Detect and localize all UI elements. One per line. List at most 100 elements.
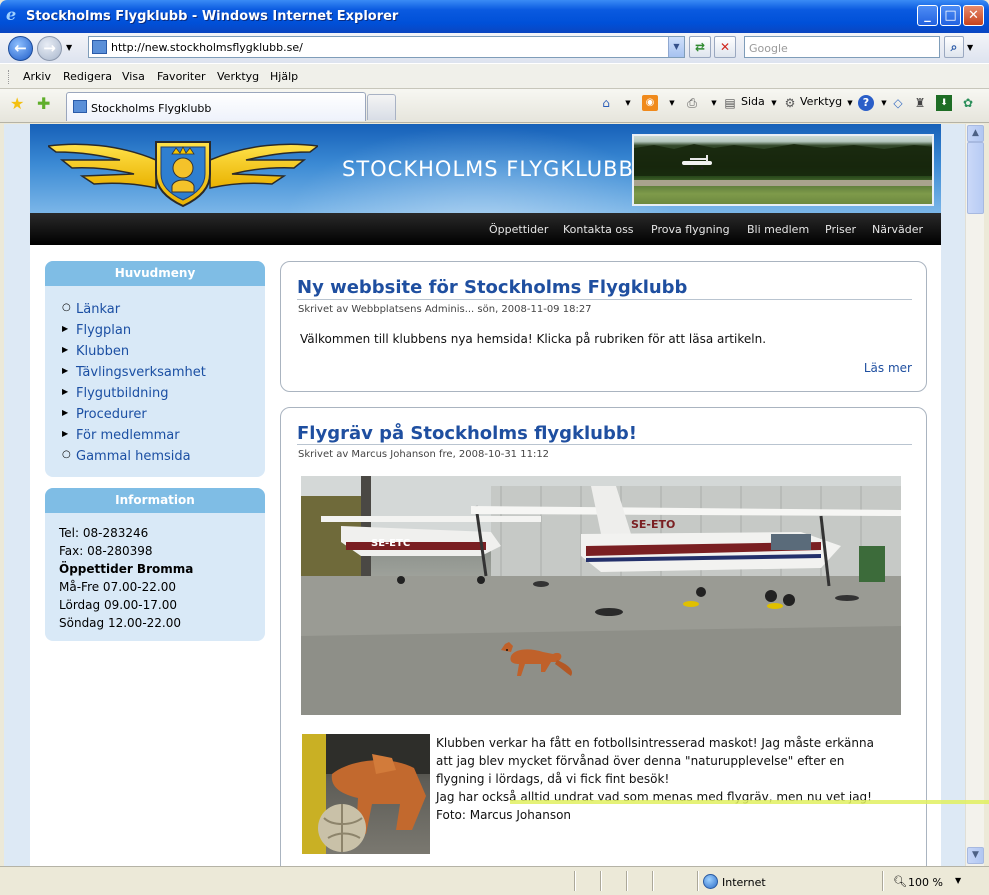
article-photo-fox-with-ball (302, 734, 430, 854)
internet-zone-globe-icon (703, 874, 718, 889)
article-paragraph: Klubben verkar ha fått en fotbollsintres… (436, 736, 874, 750)
feed-dropdown-icon[interactable]: ▼ (664, 95, 680, 111)
new-tab-button[interactable] (367, 94, 396, 120)
maximize-button[interactable]: □ (940, 5, 961, 26)
article-meta: Skrivet av Marcus Johanson fre, 2008-10-… (298, 449, 550, 460)
address-url: http://new.stockholmsflygklubb.se/ (111, 41, 303, 54)
add-favorite-icon[interactable]: ✚ (37, 94, 50, 113)
page-viewport: STOCKHOLMS FLYGKLUBB Öppettider Kontakta… (4, 124, 965, 866)
research-icon[interactable]: ◇ (890, 95, 906, 111)
zoom-magnifier-icon[interactable]: 🔍︎ (893, 875, 907, 888)
history-dropdown-icon[interactable]: ▼ (66, 43, 72, 52)
nav-link-bli-medlem[interactable]: Bli medlem (747, 223, 809, 236)
back-button[interactable]: ← (8, 36, 33, 61)
zoom-dropdown-icon[interactable]: ▼ (955, 876, 961, 885)
tools-menu-label[interactable]: Verktyg (800, 95, 842, 108)
search-input[interactable]: Google (744, 36, 940, 58)
search-options-icon[interactable]: ▼ (967, 43, 973, 52)
nav-link-oppettider[interactable]: Öppettider (489, 223, 548, 236)
menu-link-lankar[interactable]: Länkar (76, 302, 120, 317)
extension-icon[interactable]: ✿ (960, 95, 976, 111)
home-dropdown-icon[interactable]: ▼ (620, 95, 636, 111)
article-meta: Skrivet av Webbplatsens Adminis... sön, … (298, 304, 592, 315)
help-icon[interactable]: ? (858, 95, 874, 111)
close-button[interactable]: ✕ (963, 5, 984, 26)
menu-link-flygutbildning[interactable]: Flygutbildning (76, 386, 168, 401)
home-icon[interactable]: ⌂ (598, 95, 614, 111)
article-title-link[interactable]: Ny webbsite för Stockholms Flygklubb (297, 277, 687, 298)
menu-visa[interactable]: Visa (122, 70, 145, 83)
menu-verktyg[interactable]: Verktyg (217, 70, 259, 83)
scroll-up-button[interactable]: ▲ (967, 125, 984, 142)
bullet-arrow-icon: ▶ (62, 429, 69, 438)
menu-link-klubben[interactable]: Klubben (76, 344, 129, 359)
bullet-arrow-icon: ▶ (62, 408, 69, 417)
window-titlebar: e Stockholms Flygklubb - Windows Interne… (0, 0, 989, 33)
information-box: Information Tel: 08-283246 Fax: 08-28039… (45, 488, 265, 641)
menu-link-procedurer[interactable]: Procedurer (76, 407, 147, 422)
zoom-level[interactable]: 100 % (908, 876, 943, 889)
forward-button[interactable]: → (37, 36, 62, 61)
menu-link-tavlingsverksamhet[interactable]: Tävlingsverksamhet (76, 365, 206, 380)
menu-hjalp[interactable]: Hjälp (270, 70, 298, 83)
search-placeholder: Google (749, 42, 788, 55)
address-dropdown-icon[interactable]: ▼ (668, 37, 684, 57)
article-photo-airplanes-fox: SE-ETC SE-ETO (301, 476, 901, 715)
info-phone: Tel: 08-283246 (59, 526, 149, 540)
tab-stockholms-flygklubb[interactable]: Stockholms Flygklubb (66, 92, 366, 121)
aircraft-registration-eto: SE-ETO (631, 518, 675, 531)
address-toolbar: ← → ▼ http://new.stockholmsflygklubb.se/… (0, 33, 989, 63)
scroll-down-button[interactable]: ▼ (967, 847, 984, 864)
download-icon[interactable]: ⬇ (936, 95, 952, 111)
menu-arkiv[interactable]: Arkiv (23, 70, 51, 83)
tab-label: Stockholms Flygklubb (91, 102, 212, 115)
article-card: Ny webbsite för Stockholms Flygklubb Skr… (280, 261, 927, 392)
bullet-arrow-icon: ▶ (62, 387, 69, 396)
tab-bar: ★ ✚ Stockholms Flygklubb ⌂ ▼ ◉ ▼ ⎙ ▼ ▤ S… (0, 89, 989, 123)
menu-favoriter[interactable]: Favoriter (157, 70, 205, 83)
nav-link-narvader[interactable]: Närväder (872, 223, 923, 236)
site-nav-bar: Öppettider Kontakta oss Prova flygning B… (30, 213, 941, 245)
menu-link-for-medlemmar[interactable]: För medlemmar (76, 428, 180, 443)
menu-link-flygplan[interactable]: Flygplan (76, 323, 131, 338)
vertical-scrollbar[interactable]: ▲ ▼ (965, 124, 984, 866)
print-dropdown-icon[interactable]: ▼ (706, 95, 722, 111)
nav-link-prova-flygning[interactable]: Prova flygning (651, 223, 730, 236)
tools-dropdown-icon[interactable]: ▼ (842, 95, 858, 111)
info-hours-sunday: Söndag 12.00-22.00 (59, 616, 182, 630)
minimize-button[interactable]: _ (917, 5, 938, 26)
search-icon[interactable]: ⌕ (944, 36, 964, 58)
address-field[interactable]: http://new.stockholmsflygklubb.se/ ▼ (88, 36, 685, 58)
refresh-button[interactable]: ⇄ (689, 36, 711, 58)
article-title-link[interactable]: Flygräv på Stockholms flygklubb! (297, 423, 637, 444)
site-favicon (92, 40, 107, 54)
rss-feed-icon[interactable]: ◉ (642, 95, 658, 111)
page-icon[interactable]: ▤ (722, 95, 738, 111)
stop-button[interactable]: ✕ (714, 36, 736, 58)
hover-highlight-bar (510, 800, 989, 804)
menu-link-gammal-hemsida[interactable]: Gammal hemsida (76, 449, 191, 464)
toolbar-grip (8, 70, 11, 84)
site-name: STOCKHOLMS FLYGKLUBB (342, 157, 634, 181)
website: STOCKHOLMS FLYGKLUBB Öppettider Kontakta… (30, 124, 941, 866)
nav-link-priser[interactable]: Priser (825, 223, 856, 236)
main-menu-box: Huvudmeny ○ Länkar ▶ Flygplan ▶ Klubben … (45, 261, 265, 477)
info-hours-heading: Öppettider Bromma (59, 562, 194, 576)
page-dropdown-icon[interactable]: ▼ (766, 95, 782, 111)
header-photo-airfield (632, 134, 934, 206)
aircraft-registration-etc: SE-ETC (371, 538, 410, 549)
site-header: STOCKHOLMS FLYGKLUBB (30, 124, 941, 213)
messenger-icon[interactable]: ♜ (912, 95, 928, 111)
print-icon[interactable]: ⎙ (684, 95, 700, 111)
info-hours-saturday: Lördag 09.00-17.00 (59, 598, 177, 612)
menu-redigera[interactable]: Redigera (63, 70, 112, 83)
nav-link-kontakta-oss[interactable]: Kontakta oss (563, 223, 634, 236)
read-more-link[interactable]: Läs mer (864, 361, 912, 375)
photo-credit: Foto: Marcus Johanson (436, 808, 572, 822)
article-body: Välkommen till klubbens nya hemsida! Kli… (300, 332, 767, 346)
tools-gear-icon[interactable]: ⚙ (782, 95, 798, 111)
favorites-star-icon[interactable]: ★ (10, 94, 24, 113)
page-menu-label[interactable]: Sida (741, 95, 765, 108)
scroll-thumb[interactable] (967, 142, 984, 214)
security-zone-label: Internet (722, 876, 766, 889)
